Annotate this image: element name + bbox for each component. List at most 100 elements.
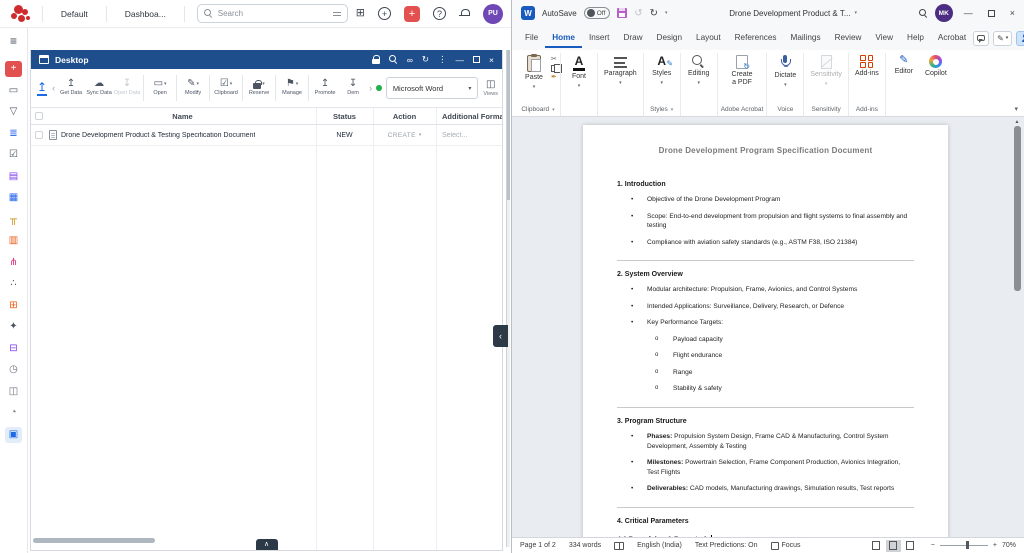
apps-icon[interactable]: ⊞ xyxy=(356,8,365,19)
global-search[interactable] xyxy=(196,4,348,23)
print-layout-icon[interactable] xyxy=(885,539,901,552)
action-dropdown[interactable]: CREATE ▾ xyxy=(373,132,436,139)
filter-icon[interactable]: ▽ xyxy=(5,104,22,120)
format-select[interactable]: Select... xyxy=(436,132,502,139)
clipboard-button[interactable]: ☑ ▾ Clipboard xyxy=(212,77,240,98)
ribbon-tab-view[interactable]: View xyxy=(868,28,900,48)
add-icon[interactable]: + xyxy=(5,61,22,77)
search-filter-icon[interactable] xyxy=(332,10,341,18)
collapse-ribbon-icon[interactable]: ▾ xyxy=(1014,105,1018,113)
minimize-icon[interactable]: — xyxy=(456,55,465,65)
dictate-button[interactable]: Dictate ▾ xyxy=(770,53,800,90)
close-icon[interactable]: × xyxy=(1010,8,1015,18)
ribbon-tab-home[interactable]: Home xyxy=(545,28,582,48)
ribbon-tab-help[interactable]: Help xyxy=(900,28,931,48)
note-icon[interactable]: ⊟ xyxy=(5,341,22,357)
zoom-slider[interactable] xyxy=(939,541,988,549)
dialog-launcher-icon[interactable]: ▾ xyxy=(671,107,674,113)
editor-button[interactable]: ✎ Editor xyxy=(889,53,919,78)
word-count[interactable]: 334 words xyxy=(569,542,601,549)
reserve-button[interactable]: ▾ Reserve xyxy=(245,78,273,98)
header-additional-format[interactable]: Additional Forma xyxy=(436,112,502,121)
export-up-icon[interactable]: ↥ xyxy=(37,81,48,96)
manage-button[interactable]: ⚑ ▾ Manage xyxy=(278,77,306,98)
tasklist-icon[interactable]: ☑ xyxy=(5,147,22,163)
header-action[interactable]: Action xyxy=(373,112,436,121)
add-circle-icon[interactable]: + xyxy=(378,7,391,20)
ribbon-tab-mailings[interactable]: Mailings xyxy=(784,28,828,48)
gauge-icon[interactable]: ◔ xyxy=(5,405,22,421)
search-icon[interactable] xyxy=(918,8,928,18)
create-button[interactable]: + xyxy=(404,5,420,22)
table-row[interactable]: Drone Development Product & Testing Spec… xyxy=(31,125,502,146)
comments-button[interactable] xyxy=(973,30,990,46)
toolbar-scroll-right[interactable]: › xyxy=(367,83,374,93)
save-icon[interactable] xyxy=(617,8,628,18)
minimize-icon[interactable]: — xyxy=(964,8,973,18)
ribbon-tab-insert[interactable]: Insert xyxy=(582,28,616,48)
calendar-icon[interactable]: ⊞ xyxy=(5,298,22,314)
undo-icon[interactable]: ↺ xyxy=(634,8,642,19)
ribbon-tab-acrobat[interactable]: Acrobat xyxy=(931,28,973,48)
more-icon[interactable]: ⋮ xyxy=(438,54,447,65)
create-a-pdf-button[interactable]: Create a PDF xyxy=(727,53,757,88)
get-data-button[interactable]: ↥ Get Data xyxy=(57,77,85,98)
desktop-icon[interactable]: ▣ xyxy=(5,426,22,443)
read-mode-icon[interactable] xyxy=(869,540,884,552)
cut-icon[interactable]: ✂ xyxy=(551,56,557,63)
promote-button[interactable]: ↥ Promote xyxy=(311,77,339,98)
env-tab-default[interactable]: Default xyxy=(51,9,98,19)
styles-button[interactable]: AStyles▾ xyxy=(647,53,677,88)
row-checkbox[interactable] xyxy=(35,131,43,139)
paste-button[interactable]: Paste ▾ xyxy=(519,53,549,92)
ribbon-tab-draw[interactable]: Draw xyxy=(616,28,649,48)
workflow-icon[interactable]: ∴ xyxy=(5,276,22,292)
web-layout-icon[interactable] xyxy=(903,540,918,552)
ribbon-tab-layout[interactable]: Layout xyxy=(689,28,728,48)
maximize-icon[interactable] xyxy=(473,56,481,63)
link-icon[interactable]: ∞ xyxy=(407,55,413,65)
text-predictions[interactable]: Text Predictions: On xyxy=(695,542,758,549)
document-scrollbar[interactable]: ▲ xyxy=(1012,117,1022,537)
ribbon-tab-references[interactable]: References xyxy=(728,28,784,48)
chevron-down-icon[interactable]: ▾ xyxy=(665,10,668,16)
word-titlebar[interactable]: W AutoSave Off ↺ ↻ ▾ Drone Development P… xyxy=(512,0,1024,26)
merge-icon[interactable]: ⋔ xyxy=(5,255,22,271)
ribbon-tab-review[interactable]: Review xyxy=(828,28,869,48)
search-icon[interactable] xyxy=(388,55,398,64)
editing-button[interactable]: Editing ▾ xyxy=(684,53,714,88)
cell-name[interactable]: Drone Development Product & Testing Spec… xyxy=(47,130,316,140)
collapse-panel-handle[interactable]: ‹ xyxy=(493,325,508,347)
editing-mode-button[interactable]: ✎ ▾ xyxy=(993,30,1013,46)
copy-icon[interactable] xyxy=(551,63,562,73)
table-icon[interactable]: ▦ xyxy=(5,190,22,206)
modify-button[interactable]: ✎ ▾ Modify xyxy=(179,77,207,98)
zoom-out-icon[interactable]: − xyxy=(931,542,935,549)
document-title-menu[interactable]: Drone Development Product & T... ▾ xyxy=(675,9,912,18)
zoom-in-icon[interactable]: + xyxy=(993,542,997,549)
history-icon[interactable]: ◷ xyxy=(5,362,22,378)
zoom-level[interactable]: 70% xyxy=(1002,542,1016,549)
vertical-scrollbar[interactable] xyxy=(506,50,510,547)
account-avatar[interactable]: MK xyxy=(934,4,953,22)
form-icon[interactable]: ▤ xyxy=(5,169,22,185)
header-name[interactable]: Name xyxy=(47,112,316,121)
maximize-icon[interactable] xyxy=(987,9,995,17)
document-page[interactable]: Drone Development Program Specification … xyxy=(583,125,948,537)
hierarchy-icon[interactable]: ╥ xyxy=(5,212,22,228)
list-view-icon[interactable]: ≣ xyxy=(5,126,22,142)
chart-icon[interactable]: ◫ xyxy=(5,384,22,400)
font-button[interactable]: A Font ▾ xyxy=(564,53,594,91)
kanban-icon[interactable]: ▥ xyxy=(5,233,22,249)
sync-data-button[interactable]: ☁ Sync Data xyxy=(85,77,113,98)
window-icon[interactable]: ▭ xyxy=(5,83,22,99)
language-indicator[interactable]: English (India) xyxy=(637,542,682,549)
user-avatar[interactable]: PU xyxy=(483,3,503,24)
add-ins-button[interactable]: Add-ins xyxy=(852,53,882,80)
redo-icon[interactable]: ↻ xyxy=(650,8,658,19)
format-painter-icon[interactable]: ✒ xyxy=(551,74,557,81)
close-icon[interactable]: × xyxy=(489,55,494,65)
help-icon[interactable]: ? xyxy=(433,7,446,20)
menu-icon[interactable]: ≡ xyxy=(5,33,22,49)
header-status[interactable]: Status xyxy=(316,112,373,121)
